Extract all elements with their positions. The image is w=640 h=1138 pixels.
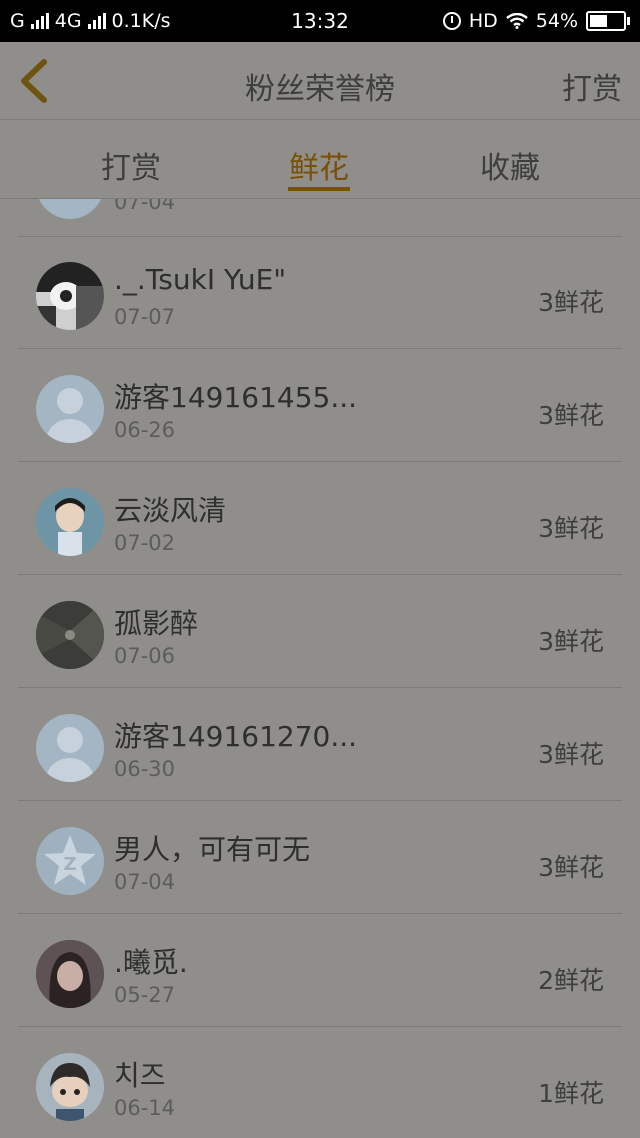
list-item-date: 07-07 [114, 305, 176, 329]
flower-count: 3鲜花 [538, 627, 604, 656]
list-item[interactable]: 游客149161270... 06-30 3鲜花 [18, 689, 622, 801]
list-item[interactable]: Z 男人，可有可无 07-04 3鲜花 [18, 802, 622, 914]
flower-count: 3鲜花 [538, 288, 604, 317]
tab-bar: 打赏 鲜花 收藏 [0, 121, 640, 199]
avatar [36, 601, 104, 669]
active-tab-indicator [288, 187, 350, 191]
reward-button[interactable]: 打赏 [562, 64, 622, 108]
avatar [36, 488, 104, 556]
list-item-name: ._.TsukI YuE" [114, 263, 287, 296]
tab-favorites[interactable]: 收藏 [479, 143, 541, 187]
list-item-date: 06-26 [114, 418, 176, 442]
hd-label: HD [468, 10, 498, 32]
list-item[interactable]: 游客149161455... 06-26 3鲜花 [18, 350, 622, 462]
default-user-icon [46, 388, 94, 443]
avatar [36, 375, 104, 443]
flower-count: 3鲜花 [538, 514, 604, 543]
list-item[interactable]: 云淡风清 07-02 3鲜花 [18, 463, 622, 575]
list-item[interactable]: 치즈 06-14 1鲜花 [18, 1028, 622, 1138]
alarm-icon [442, 12, 461, 30]
flower-count: 2鲜花 [538, 966, 604, 995]
svg-text:Z: Z [63, 854, 76, 875]
avatar [36, 1053, 104, 1121]
header-bar: 粉丝荣誉榜 打赏 [0, 42, 640, 120]
list-item-partial[interactable]: 07-04 [18, 199, 622, 237]
list-item-name: 치즈 [114, 1059, 166, 1092]
avatar [36, 262, 104, 330]
status-bar: G 4G 0.1K/s 13:32 HD 54% [0, 0, 640, 42]
qq-star-icon: Z [44, 835, 96, 885]
network-speed: 0.1K/s [111, 10, 171, 32]
flower-count: 3鲜花 [538, 401, 604, 430]
anime-avatar-icon [36, 262, 104, 330]
list-item-date: 05-27 [114, 983, 176, 1007]
list-item-name: .曦觅. [114, 946, 188, 979]
status-right: HD 54% [442, 10, 630, 32]
list-item[interactable]: .曦觅. 05-27 2鲜花 [18, 915, 622, 1027]
fan-list[interactable]: 07-04 ._.TsukI YuE" 07-07 3鲜花 游客14916145… [0, 199, 640, 1138]
page-title: 粉丝荣誉榜 [245, 72, 395, 107]
tab-flowers[interactable]: 鲜花 [288, 143, 350, 187]
wifi-icon [505, 13, 528, 29]
list-item-date: 07-04 [114, 199, 176, 214]
network-label: 4G [54, 10, 82, 32]
list-item-date: 07-06 [114, 644, 176, 668]
flower-count: 3鲜花 [538, 740, 604, 769]
battery-percent: 54% [535, 10, 578, 32]
girl-photo-icon [36, 940, 104, 1008]
avatar [36, 714, 104, 782]
signal-icon-2 [87, 13, 106, 29]
cartoon-person-icon [55, 498, 85, 556]
list-item-name: 云淡风清 [114, 494, 227, 527]
carrier-label: G [10, 10, 25, 32]
list-item-name: 游客149161270... [114, 720, 358, 753]
avatar [36, 940, 104, 1008]
status-left: G 4G 0.1K/s [10, 10, 443, 32]
flower-count: 3鲜花 [538, 853, 604, 882]
list-item-date: 06-30 [114, 757, 176, 781]
tab-reward[interactable]: 打赏 [100, 143, 162, 187]
list-item-name: 男人，可有可无 [114, 833, 311, 866]
list-item[interactable]: ._.TsukI YuE" 07-07 3鲜花 [18, 237, 622, 349]
battery-icon [586, 11, 630, 31]
flower-count: 1鲜花 [538, 1079, 604, 1108]
list-item-date: 07-02 [114, 531, 176, 555]
avatar [36, 199, 104, 219]
avatar: Z [36, 827, 104, 895]
cartoon-boy-icon [36, 1053, 104, 1121]
list-item-date: 07-04 [114, 870, 176, 894]
signal-icon [30, 13, 49, 29]
default-user-icon [46, 727, 94, 782]
list-item[interactable]: 孤影醉 07-06 3鲜花 [18, 576, 622, 688]
list-item-date: 06-14 [114, 1096, 176, 1120]
list-item-name: 孤影醉 [114, 607, 199, 640]
tunnel-photo-icon [36, 601, 104, 669]
list-item-name: 游客149161455... [114, 381, 358, 414]
